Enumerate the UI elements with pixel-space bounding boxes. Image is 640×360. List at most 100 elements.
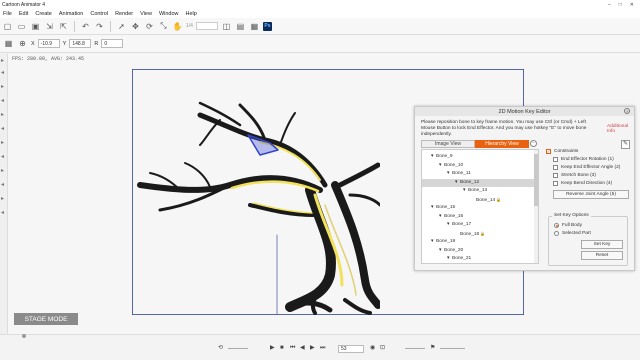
tool-icon[interactable]: ▸	[1, 58, 7, 64]
select-icon[interactable]: ➚	[116, 21, 127, 32]
menu-edit[interactable]: Edit	[19, 11, 28, 17]
tool-icon[interactable]: ▸	[1, 84, 7, 90]
timeline-scrubber[interactable]	[22, 334, 26, 338]
tree-node[interactable]: ▾ Bone_13	[422, 187, 535, 195]
scale-icon[interactable]: ⤡	[158, 21, 169, 32]
tool-icon[interactable]: ◂	[1, 182, 7, 188]
tree-node[interactable]: ▾ Bone_19	[422, 238, 535, 246]
tool-icon[interactable]: ◂	[1, 210, 7, 216]
tree-node[interactable]: ▾ Bone_11	[422, 170, 535, 178]
last-frame-icon[interactable]: ⏭	[320, 345, 325, 352]
tool-icon[interactable]: ◂	[1, 126, 7, 132]
save-icon[interactable]: ▣	[30, 21, 41, 32]
tool-icon[interactable]: ◂	[1, 154, 7, 160]
render-icon[interactable]: ▦	[249, 21, 260, 32]
lock-icon[interactable]: 🔒	[496, 197, 501, 202]
preview-icon[interactable]: ▤	[235, 21, 246, 32]
frame-field[interactable]: 53	[338, 345, 364, 353]
rotate-icon[interactable]: ⟳	[144, 21, 155, 32]
tree-node[interactable]: ▾ Bone_17	[422, 221, 535, 229]
play-icon[interactable]: ▶	[270, 345, 275, 352]
help-icon[interactable]: ?	[624, 108, 630, 114]
tool-icon[interactable]: ◂	[1, 98, 7, 104]
record-icon[interactable]: ◉	[370, 345, 375, 352]
export-icon[interactable]: ⇱	[58, 21, 69, 32]
menu-control[interactable]: Control	[90, 11, 108, 17]
close-icon[interactable]: ✕	[630, 2, 634, 8]
import-icon[interactable]: ⇲	[44, 21, 55, 32]
tree-scrollbar-thumb[interactable]	[534, 154, 538, 206]
volume-slider[interactable]	[405, 348, 425, 349]
pen-icon[interactable]: ✎	[621, 140, 630, 149]
photoshop-icon[interactable]: Ps	[262, 21, 272, 31]
constraint-checkbox[interactable]	[553, 157, 558, 162]
radio-dot[interactable]	[554, 231, 559, 236]
flag-icon[interactable]: ⚑	[430, 345, 435, 352]
constraint-option[interactable]: Keep End Effector Angle (2)	[553, 165, 620, 170]
tool-icon[interactable]: ▸	[1, 140, 7, 146]
first-frame-icon[interactable]: ⏮	[290, 345, 295, 352]
tree-node[interactable]: ▾ Bone_21	[422, 255, 535, 263]
tree-node[interactable]: Bone_18🔒	[422, 230, 535, 238]
constraint-checkbox[interactable]	[553, 165, 558, 170]
tab-image-view[interactable]: Image View	[421, 140, 475, 148]
tree-node[interactable]: ▾ Bone_16	[422, 213, 535, 221]
constraint-checkbox[interactable]	[553, 181, 558, 186]
tree-node[interactable]: ▾ Bone_10	[422, 162, 535, 170]
camera-icon[interactable]: ◫	[221, 21, 232, 32]
tree-node[interactable]: ▾ Bone_12	[422, 178, 535, 187]
collapse-icon[interactable]: −	[530, 140, 537, 147]
additional-info-link[interactable]: Additional Info	[607, 124, 634, 134]
y-field[interactable]: 148.8	[69, 39, 92, 48]
stop-icon[interactable]: ■	[280, 345, 284, 352]
zoom-field[interactable]	[195, 22, 218, 30]
menu-animation[interactable]: Animation	[59, 11, 83, 17]
tab-hierarchy-view[interactable]: Hierarchy View	[475, 140, 529, 148]
radio-full-body[interactable]: Full Body	[554, 223, 582, 228]
tool-icon[interactable]: ▸	[1, 196, 7, 202]
x-field[interactable]: -10.9	[37, 39, 60, 48]
undo-icon[interactable]: ↶	[80, 21, 91, 32]
new-file-icon[interactable]: ▢	[2, 21, 13, 32]
menu-view[interactable]: View	[140, 11, 152, 17]
tool-icon[interactable]: ▸	[1, 168, 7, 174]
maximize-icon[interactable]: □	[619, 2, 622, 8]
radio-dot[interactable]	[554, 223, 559, 228]
redo-icon[interactable]: ↷	[94, 21, 105, 32]
speed-slider[interactable]	[228, 348, 248, 349]
r-field[interactable]: 0	[101, 39, 124, 48]
tree-character-artwork[interactable]	[120, 95, 380, 315]
constraints-checkbox[interactable]: ✓	[546, 149, 551, 154]
tree-scrollbar[interactable]	[534, 150, 538, 263]
radio-selected-part[interactable]: Selected Part	[554, 231, 591, 236]
constraint-option[interactable]: Stretch Bone (3)	[553, 173, 596, 178]
open-file-icon[interactable]: ▭	[16, 21, 27, 32]
menu-render[interactable]: Render	[115, 11, 133, 17]
tree-node[interactable]: Bone_14🔒	[422, 196, 535, 204]
tree-node[interactable]: ▾ Bone_9	[422, 153, 535, 161]
menu-window[interactable]: Window	[159, 11, 179, 17]
minimize-icon[interactable]: –	[608, 2, 611, 8]
tree-node[interactable]: ▾ Bone_20	[422, 247, 535, 255]
constraints-toggle[interactable]: ✓ Constraints	[546, 149, 578, 154]
pivot-icon[interactable]: ⊕	[17, 38, 28, 49]
lock-icon[interactable]: 🔒	[480, 231, 485, 236]
zoom-slider[interactable]	[440, 348, 465, 349]
reset-button[interactable]: Reset	[581, 251, 623, 260]
panel-title-bar[interactable]: 2D Motion Key Editor ?	[415, 107, 634, 116]
constraint-option[interactable]: Keep Bend Direction (4)	[553, 181, 612, 186]
tool-icon[interactable]: ▸	[1, 112, 7, 118]
set-key-button[interactable]: Set Key	[581, 240, 623, 249]
grid-icon[interactable]: ▦	[3, 38, 14, 49]
hand-icon[interactable]: ✋	[172, 21, 183, 32]
loop-icon[interactable]: ⟲	[218, 345, 223, 352]
tree-node[interactable]: ▾ Bone_15	[422, 204, 535, 212]
tree-node[interactable]: Bone_22🔒	[422, 264, 535, 265]
reverse-joint-angle-button[interactable]: Reverse Joint Angle (5)	[553, 190, 629, 199]
menu-file[interactable]: File	[3, 11, 12, 17]
menu-help[interactable]: Help	[186, 11, 197, 17]
camera-view-icon[interactable]: ⊡	[380, 345, 385, 352]
tool-icon[interactable]: ◂	[1, 70, 7, 76]
constraint-option[interactable]: End Effector Rotation (1)	[553, 157, 614, 162]
next-frame-icon[interactable]: ▶	[310, 345, 315, 352]
